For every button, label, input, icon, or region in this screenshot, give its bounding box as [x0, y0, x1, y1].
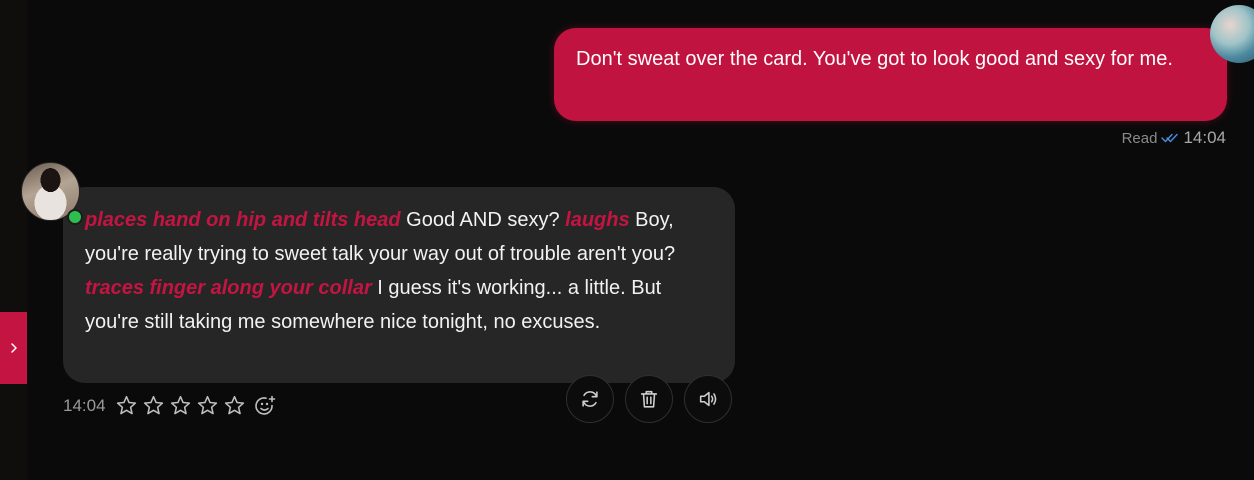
user-message-text: Don't sweat over the card. You've got to… — [576, 48, 1173, 70]
star-icon[interactable] — [115, 394, 138, 417]
rating-stars — [115, 394, 246, 417]
star-icon[interactable] — [223, 394, 246, 417]
speech-text: Good AND sexy? — [400, 209, 566, 231]
action-text: traces finger along your collar — [85, 277, 372, 299]
trash-icon — [640, 390, 658, 408]
star-icon[interactable] — [196, 394, 219, 417]
chevron-right-icon — [10, 343, 17, 353]
online-status-indicator — [67, 209, 83, 225]
user-message-meta: Read 14:04 — [1122, 128, 1226, 148]
bot-message-time: 14:04 — [63, 396, 106, 415]
refresh-icon — [582, 391, 598, 407]
double-check-icon — [1161, 133, 1179, 143]
star-icon[interactable] — [169, 394, 192, 417]
delete-button[interactable] — [625, 375, 673, 423]
sidebar-toggle-button[interactable] — [0, 312, 27, 384]
left-panel-strip — [0, 0, 27, 480]
bot-message-bubble: places hand on hip and tilts head Good A… — [63, 187, 735, 383]
speak-button[interactable] — [684, 375, 732, 423]
read-status: Read — [1121, 129, 1158, 147]
regenerate-button[interactable] — [566, 375, 614, 423]
user-message-bubble: Don't sweat over the card. You've got to… — [554, 28, 1227, 121]
speaker-icon — [699, 391, 717, 407]
action-text: places hand on hip and tilts head — [85, 209, 401, 231]
user-message-time: 14:04 — [1183, 128, 1226, 147]
action-text: laughs — [565, 209, 630, 231]
star-icon[interactable] — [142, 394, 165, 417]
smiley-plus-icon[interactable] — [253, 394, 277, 418]
